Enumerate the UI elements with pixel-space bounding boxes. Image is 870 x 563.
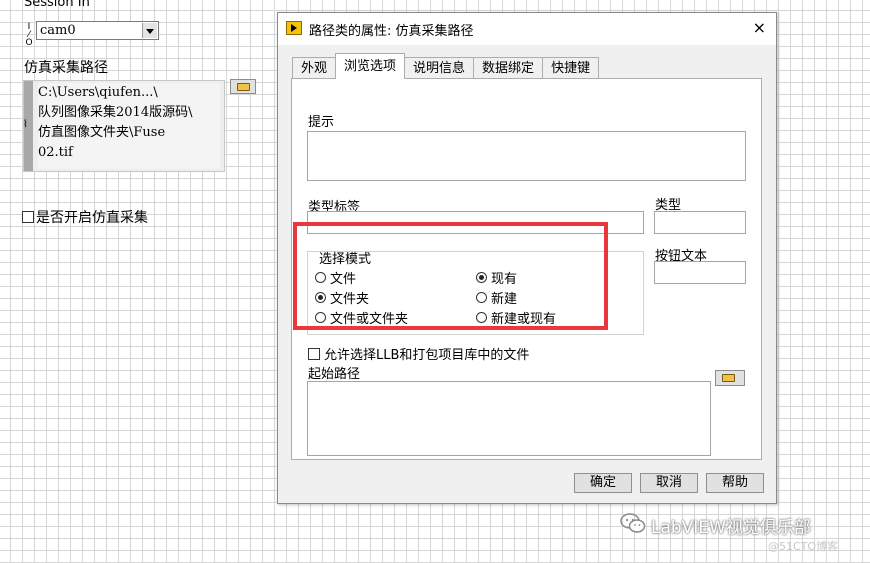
folder-icon [237,83,250,91]
button-text-input[interactable] [654,261,746,284]
browse-folder-button[interactable] [230,79,256,94]
sim-enable-checkbox-row[interactable]: 是否开启仿直采集 [22,207,148,227]
watermark-sub: @51CTO博客 [768,540,839,553]
allow-llb-row[interactable]: 允许选择LLB和打包项目库中的文件 [308,344,529,363]
tab-data-binding[interactable]: 数据绑定 [473,57,544,79]
dropdown-arrow-icon[interactable] [142,23,157,38]
watermark-text: LabVIEW视觉俱乐部 [651,518,811,538]
dialog-title: 路径类的属性: 仿真采集路径 [309,24,474,39]
help-button[interactable]: 帮助 [706,473,764,493]
dialog-titlebar[interactable]: 路径类的属性: 仿真采集路径 × [278,13,776,45]
tab-shortcut-keys[interactable]: 快捷键 [542,57,600,79]
hint-label: 提示 [308,115,335,130]
close-icon[interactable]: × [753,18,766,37]
sim-path-value: C:\Users\qiufen...\ 队列图像采集2014版源码\ 仿直图像文… [38,83,220,169]
sim-enable-label: 是否开启仿直采集 [36,210,148,226]
type-input[interactable] [654,211,746,234]
session-in-value: cam0 [40,23,76,38]
ok-button[interactable]: 确定 [574,473,632,493]
io-icon: I ⁄ O [25,22,33,48]
session-in-control[interactable]: I ⁄ O cam0 [24,21,159,48]
wechat-logo-icon [620,513,646,533]
tab-documentation[interactable]: 说明信息 [404,57,475,79]
allow-llb-label: 允许选择LLB和打包项目库中的文件 [324,348,530,363]
path-properties-dialog: 路径类的属性: 仿真采集路径 × 外观 浏览选项 说明信息 数据绑定 快捷键 提… [277,12,777,504]
sim-enable-checkbox[interactable] [22,211,34,223]
tab-bar: 外观 浏览选项 说明信息 数据绑定 快捷键 [292,53,600,79]
sim-path-label: 仿真采集路径 [24,60,108,76]
path-type-icon: ⌇ [23,119,28,130]
select-mode-highlight-box [293,222,608,330]
labview-icon [286,21,302,35]
folder-icon [722,374,735,382]
start-path-input[interactable] [307,381,711,456]
tab-appearance[interactable]: 外观 [292,57,337,79]
tab-browse-options[interactable]: 浏览选项 [335,53,406,79]
allow-llb-checkbox[interactable] [308,347,320,360]
sim-path-indicator[interactable]: ⌇ C:\Users\qiufen...\ 队列图像采集2014版源码\ 仿直图… [23,80,225,172]
cancel-button[interactable]: 取消 [640,473,698,493]
start-path-browse-button[interactable] [715,370,745,386]
start-path-label: 起始路径 [308,367,361,382]
session-in-dropdown[interactable]: cam0 [36,21,159,40]
hint-input[interactable] [307,131,746,181]
session-in-label: Session In [24,0,90,10]
